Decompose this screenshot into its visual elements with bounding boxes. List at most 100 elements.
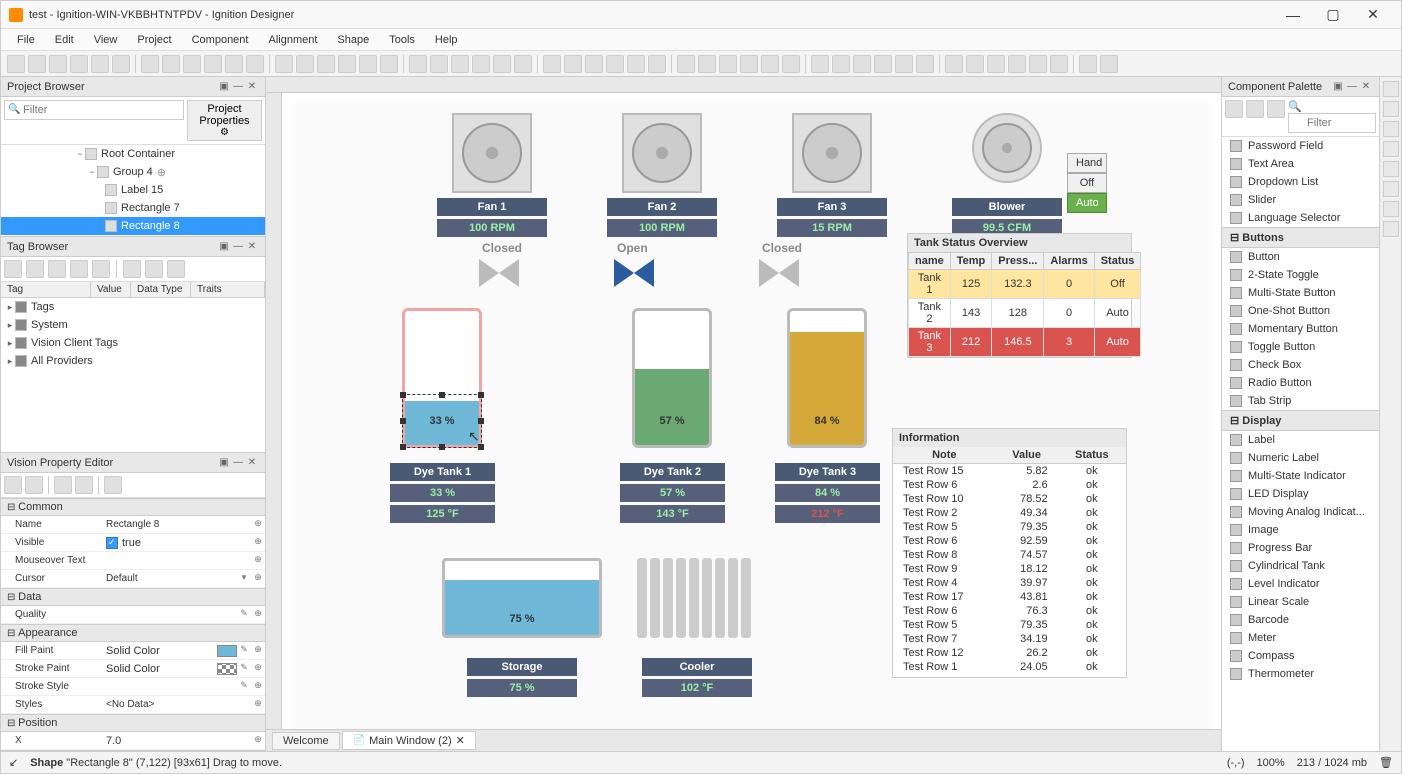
panel-close-icon[interactable]: ✕ xyxy=(245,241,259,252)
palette-item[interactable]: Radio Button xyxy=(1222,374,1379,392)
toolbar-button[interactable] xyxy=(359,55,377,73)
tag-header-tag[interactable]: Tag xyxy=(1,282,91,297)
menu-tools[interactable]: Tools xyxy=(379,32,425,48)
toolbar-button[interactable] xyxy=(698,55,716,73)
toolbar-button[interactable] xyxy=(380,55,398,73)
prop-fillpaint-value[interactable]: Solid Color xyxy=(106,645,217,657)
palette-item[interactable]: Linear Scale xyxy=(1222,593,1379,611)
tab-welcome[interactable]: Welcome xyxy=(272,732,340,750)
tag-folder[interactable]: ▸ System xyxy=(1,316,265,334)
palette-section-buttons[interactable]: ⊟ Buttons xyxy=(1222,227,1379,248)
tag-header-traits[interactable]: Traits xyxy=(191,282,265,297)
palette-item[interactable]: Meter xyxy=(1222,629,1379,647)
bind-icon[interactable]: ⊕ xyxy=(251,734,265,748)
stroke-swatch[interactable] xyxy=(217,663,237,675)
palette-item[interactable]: Text Area xyxy=(1222,155,1379,173)
tree-item[interactable]: Rectangle 8 xyxy=(1,217,265,235)
toolbar-button[interactable] xyxy=(338,55,356,73)
tree-item[interactable]: ▸Group 5 ⊕ xyxy=(1,235,265,236)
toolbar-button[interactable] xyxy=(70,55,88,73)
bind-icon[interactable]: ⊕ xyxy=(251,698,265,712)
project-browser-filter[interactable] xyxy=(4,100,184,120)
prop-styles-value[interactable]: <No Data> xyxy=(106,699,251,710)
palette-item[interactable]: Dropdown List xyxy=(1222,173,1379,191)
prop-cursor-value[interactable]: Default xyxy=(106,573,237,584)
bind-icon[interactable]: ⊕ xyxy=(251,554,265,568)
tank[interactable]: 57 % xyxy=(632,308,712,448)
information-table[interactable]: InformationNoteValueStatusTest Row 155.8… xyxy=(892,428,1127,678)
tag-folder[interactable]: ▸ Tags xyxy=(1,298,265,316)
toolbar-button[interactable] xyxy=(740,55,758,73)
toolbar-button[interactable] xyxy=(916,55,934,73)
tag-tool-icon[interactable] xyxy=(145,260,163,278)
menu-component[interactable]: Component xyxy=(182,32,259,48)
tag-tool-icon[interactable] xyxy=(4,260,22,278)
palette-item[interactable]: Tab Strip xyxy=(1222,392,1379,410)
toolbar-button[interactable] xyxy=(1079,55,1097,73)
toolbar-button[interactable] xyxy=(141,55,159,73)
rail-tool[interactable] xyxy=(1383,101,1399,117)
palette-item[interactable]: Progress Bar xyxy=(1222,539,1379,557)
toolbar-button[interactable] xyxy=(564,55,582,73)
tag-tool-icon[interactable] xyxy=(92,260,110,278)
toolbar-button[interactable] xyxy=(225,55,243,73)
palette-item[interactable]: Password Field xyxy=(1222,137,1379,155)
toolbar-button[interactable] xyxy=(853,55,871,73)
tag-folder[interactable]: ▸ All Providers xyxy=(1,352,265,370)
fill-swatch[interactable] xyxy=(217,645,237,657)
toolbar-button[interactable] xyxy=(648,55,666,73)
toolbar-button[interactable] xyxy=(409,55,427,73)
palette-view-icon[interactable] xyxy=(1225,100,1243,118)
panel-close-icon[interactable]: ✕ xyxy=(1359,81,1373,92)
toolbar-button[interactable] xyxy=(246,55,264,73)
palette-section-display[interactable]: ⊟ Display xyxy=(1222,410,1379,431)
bind-icon[interactable]: ⊕ xyxy=(251,608,265,622)
palette-item[interactable]: Cylindrical Tank xyxy=(1222,557,1379,575)
rail-tool[interactable] xyxy=(1383,141,1399,157)
tag-tool-icon[interactable] xyxy=(70,260,88,278)
toolbar-button[interactable] xyxy=(782,55,800,73)
tank[interactable]: 84 % xyxy=(787,308,867,448)
toolbar-button[interactable] xyxy=(874,55,892,73)
toolbar-button[interactable] xyxy=(945,55,963,73)
toolbar-button[interactable] xyxy=(472,55,490,73)
palette-item[interactable]: Thermometer xyxy=(1222,665,1379,683)
toolbar-button[interactable] xyxy=(7,55,25,73)
prop-visible-value[interactable]: true xyxy=(106,537,251,549)
palette-item[interactable]: Compass xyxy=(1222,647,1379,665)
section-appearance[interactable]: ⊟ Appearance xyxy=(1,624,265,642)
toolbar-button[interactable] xyxy=(112,55,130,73)
toolbar-button[interactable] xyxy=(606,55,624,73)
rail-tool[interactable] xyxy=(1383,181,1399,197)
bind-icon[interactable]: ⊕ xyxy=(251,644,265,658)
prop-strokepaint-value[interactable]: Solid Color xyxy=(106,663,217,675)
panel-dock-icon[interactable]: ▣ xyxy=(217,81,231,92)
toolbar-button[interactable] xyxy=(514,55,532,73)
palette-item[interactable]: LED Display xyxy=(1222,485,1379,503)
edit-icon[interactable]: ✎ xyxy=(237,644,251,658)
minimize-button[interactable]: — xyxy=(1273,7,1313,23)
tab-main-window[interactable]: 📄 Main Window (2) ✕ xyxy=(342,731,476,750)
menu-project[interactable]: Project xyxy=(127,32,181,48)
menu-help[interactable]: Help xyxy=(425,32,468,48)
palette-item[interactable]: Level Indicator xyxy=(1222,575,1379,593)
bind-icon[interactable]: ⊕ xyxy=(251,572,265,586)
panel-min-icon[interactable]: — xyxy=(1345,81,1359,92)
edit-icon[interactable]: ✎ xyxy=(237,662,251,676)
palette-item[interactable]: Multi-State Indicator xyxy=(1222,467,1379,485)
toolbar-button[interactable] xyxy=(430,55,448,73)
tree-item[interactable]: Rectangle 7 xyxy=(1,199,265,217)
prop-tool-icon[interactable] xyxy=(54,476,72,494)
menu-file[interactable]: File xyxy=(7,32,45,48)
close-button[interactable]: ✕ xyxy=(1353,6,1393,23)
prop-tool-icon[interactable] xyxy=(75,476,93,494)
prop-tool-icon[interactable] xyxy=(104,476,122,494)
toolbar-button[interactable] xyxy=(811,55,829,73)
toolbar-button[interactable] xyxy=(987,55,1005,73)
toolbar-button[interactable] xyxy=(832,55,850,73)
tag-header-datatype[interactable]: Data Type xyxy=(131,282,191,297)
palette-item[interactable]: Image xyxy=(1222,521,1379,539)
toolbar-button[interactable] xyxy=(1029,55,1047,73)
bind-icon[interactable]: ⊕ xyxy=(251,518,265,532)
palette-item[interactable]: 2-State Toggle xyxy=(1222,266,1379,284)
